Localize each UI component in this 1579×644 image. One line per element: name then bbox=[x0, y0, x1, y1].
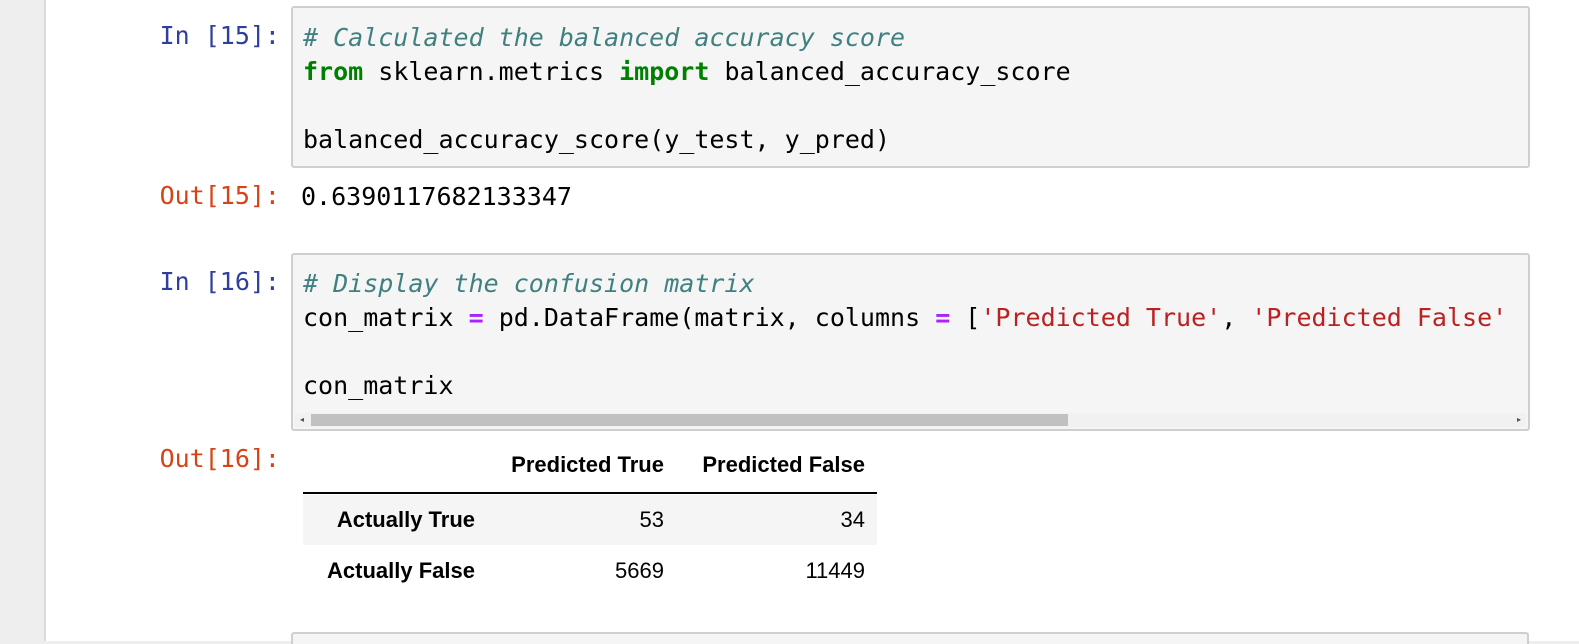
dataframe-table: Predicted True Predicted False Actually … bbox=[303, 444, 877, 594]
keyword-import: import bbox=[619, 57, 710, 86]
code-cell-15[interactable]: # Calculated the balanced accuracy score… bbox=[291, 6, 1530, 168]
column-header: Predicted False bbox=[702, 452, 865, 477]
input-prompt-15: In [15]: bbox=[159, 21, 280, 50]
table-row: Actually False 5669 11449 bbox=[303, 546, 877, 596]
table-cell: 53 bbox=[639, 507, 664, 532]
scroll-right-icon[interactable]: ▸ bbox=[1512, 413, 1526, 427]
code-line: con_matrix bbox=[303, 369, 454, 403]
next-code-cell[interactable] bbox=[291, 632, 1529, 644]
code-text: con_matrix bbox=[303, 303, 469, 332]
operator-assign: = bbox=[935, 303, 951, 332]
horizontal-scrollbar[interactable]: ◂ ▸ bbox=[295, 413, 1526, 427]
jupyter-page: In [15]: # Calculated the balanced accur… bbox=[0, 0, 1579, 644]
code-text: [ bbox=[950, 303, 981, 332]
code-variable: con_matrix bbox=[303, 371, 454, 400]
code-text: , bbox=[1221, 303, 1252, 332]
code-module: sklearn.metrics bbox=[363, 57, 620, 86]
code-import-name: balanced_accuracy_score bbox=[709, 57, 1071, 86]
left-gutter bbox=[0, 0, 44, 641]
output-prompt-16: Out[16]: bbox=[159, 444, 280, 473]
table-cell: 34 bbox=[840, 507, 865, 532]
table-row: Actually True 53 34 bbox=[303, 495, 877, 545]
code-call: balanced_accuracy_score(y_test, y_pred) bbox=[303, 125, 890, 154]
column-header: Predicted True bbox=[511, 452, 664, 477]
scrollbar-thumb[interactable] bbox=[311, 414, 1068, 426]
code-comment: # Calculated the balanced accuracy score bbox=[303, 23, 906, 52]
table-header: Predicted True Predicted False bbox=[303, 444, 877, 494]
code-line: con_matrix = pd.DataFrame(matrix, column… bbox=[303, 301, 1507, 335]
output-value-15: 0.6390117682133347 bbox=[301, 182, 572, 211]
table-cell: 11449 bbox=[805, 558, 865, 583]
output-prompt-15: Out[15]: bbox=[159, 181, 280, 210]
row-index: Actually True bbox=[336, 507, 475, 532]
row-index: Actually False bbox=[327, 558, 475, 583]
keyword-from: from bbox=[303, 57, 364, 86]
code-line: from sklearn.metrics import balanced_acc… bbox=[303, 55, 1071, 89]
code-line: balanced_accuracy_score(y_test, y_pred) bbox=[303, 123, 890, 157]
code-string: 'Predicted True' bbox=[980, 303, 1222, 332]
code-string: 'Predicted False' bbox=[1251, 303, 1508, 332]
table-cell: 5669 bbox=[615, 558, 664, 583]
code-cell-16[interactable]: # Display the confusion matrix con_matri… bbox=[291, 253, 1530, 431]
input-prompt-16: In [16]: bbox=[159, 267, 280, 296]
code-comment: # Display the confusion matrix bbox=[303, 269, 755, 298]
operator-assign: = bbox=[468, 303, 484, 332]
code-line: # Calculated the balanced accuracy score bbox=[303, 21, 905, 55]
code-text: pd.DataFrame(matrix, columns bbox=[483, 303, 936, 332]
scroll-left-icon[interactable]: ◂ bbox=[295, 413, 309, 427]
code-line: # Display the confusion matrix bbox=[303, 267, 755, 301]
